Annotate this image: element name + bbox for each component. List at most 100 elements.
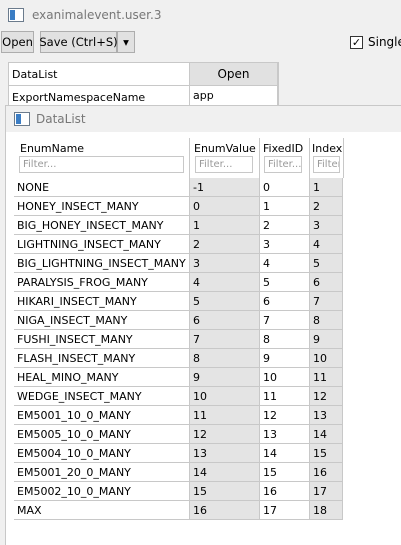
enumname-cell[interactable]: FLASH_INSECT_MANY — [14, 349, 190, 368]
enumname-cell[interactable]: NONE — [14, 178, 190, 197]
fixedid-cell[interactable]: 14 — [260, 444, 310, 463]
filter-input-index[interactable]: Filter... — [313, 156, 340, 173]
index-cell[interactable]: 15 — [310, 444, 343, 463]
index-cell[interactable]: 4 — [310, 235, 343, 254]
fixedid-cell[interactable]: 9 — [260, 349, 310, 368]
table-row[interactable]: BIG_HONEY_INSECT_MANY 1 2 3 — [14, 216, 401, 235]
enumname-cell[interactable]: EM5001_20_0_MANY — [14, 463, 190, 482]
datalist-open-button[interactable]: Open — [190, 63, 278, 86]
enumvalue-cell[interactable]: 0 — [190, 197, 260, 216]
open-button[interactable]: Open — [1, 31, 34, 53]
index-cell[interactable]: 13 — [310, 406, 343, 425]
enumvalue-cell[interactable]: 14 — [190, 463, 260, 482]
enumname-cell[interactable]: HEAL_MINO_MANY — [14, 368, 190, 387]
enumname-cell[interactable]: WEDGE_INSECT_MANY — [14, 387, 190, 406]
enumname-cell[interactable]: EM5002_10_0_MANY — [14, 482, 190, 501]
fixedid-cell[interactable]: 6 — [260, 292, 310, 311]
column-header-enumname[interactable]: EnumName — [20, 142, 84, 155]
index-cell[interactable]: 7 — [310, 292, 343, 311]
index-cell[interactable]: 12 — [310, 387, 343, 406]
table-row[interactable]: EM5002_10_0_MANY 15 16 17 — [14, 482, 401, 501]
index-cell[interactable]: 1 — [310, 178, 343, 197]
table-row[interactable]: EM5001_20_0_MANY 14 15 16 — [14, 463, 401, 482]
index-cell[interactable]: 10 — [310, 349, 343, 368]
table-row[interactable]: WEDGE_INSECT_MANY 10 11 12 — [14, 387, 401, 406]
enumname-cell[interactable]: MAX — [14, 501, 190, 520]
index-cell[interactable]: 14 — [310, 425, 343, 444]
enumname-cell[interactable]: NIGA_INSECT_MANY — [14, 311, 190, 330]
fixedid-cell[interactable]: 8 — [260, 330, 310, 349]
enumvalue-cell[interactable]: 4 — [190, 273, 260, 292]
fixedid-cell[interactable]: 7 — [260, 311, 310, 330]
fixedid-cell[interactable]: 16 — [260, 482, 310, 501]
table-row[interactable]: BIG_LIGHTNING_INSECT_MANY 3 4 5 — [14, 254, 401, 273]
index-cell[interactable]: 8 — [310, 311, 343, 330]
table-row[interactable]: EM5001_10_0_MANY 11 12 13 — [14, 406, 401, 425]
fixedid-cell[interactable]: 12 — [260, 406, 310, 425]
column-header-enumvalue[interactable]: EnumValue — [194, 142, 256, 155]
table-row[interactable]: MAX 16 17 18 — [14, 501, 401, 520]
table-row[interactable]: HEAL_MINO_MANY 9 10 11 — [14, 368, 401, 387]
enumname-cell[interactable]: PARALYSIS_FROG_MANY — [14, 273, 190, 292]
enumname-cell[interactable]: EM5004_10_0_MANY — [14, 444, 190, 463]
enumvalue-cell[interactable]: 6 — [190, 311, 260, 330]
enumvalue-cell[interactable]: 10 — [190, 387, 260, 406]
index-cell[interactable]: 2 — [310, 197, 343, 216]
index-cell[interactable]: 6 — [310, 273, 343, 292]
filter-input-enumvalue[interactable]: Filter... — [195, 156, 253, 173]
single-checkbox[interactable]: ✓ — [350, 36, 363, 49]
enumvalue-cell[interactable]: 3 — [190, 254, 260, 273]
column-header-index[interactable]: Index — [312, 142, 342, 155]
enumname-cell[interactable]: BIG_HONEY_INSECT_MANY — [14, 216, 190, 235]
enumname-cell[interactable]: HONEY_INSECT_MANY — [14, 197, 190, 216]
enumname-cell[interactable]: EM5005_10_0_MANY — [14, 425, 190, 444]
filter-input-fixedid[interactable]: Filter... — [264, 156, 302, 173]
table-row[interactable]: FLASH_INSECT_MANY 8 9 10 — [14, 349, 401, 368]
enumvalue-cell[interactable]: 5 — [190, 292, 260, 311]
enumname-cell[interactable]: EM5001_10_0_MANY — [14, 406, 190, 425]
table-row[interactable]: HONEY_INSECT_MANY 0 1 2 — [14, 197, 401, 216]
fixedid-cell[interactable]: 1 — [260, 197, 310, 216]
table-row[interactable]: NONE -1 0 1 — [14, 178, 401, 197]
enumname-cell[interactable]: LIGHTNING_INSECT_MANY — [14, 235, 190, 254]
table-row[interactable]: LIGHTNING_INSECT_MANY 2 3 4 — [14, 235, 401, 254]
enumvalue-cell[interactable]: 2 — [190, 235, 260, 254]
enumvalue-cell[interactable]: 16 — [190, 501, 260, 520]
enumname-cell[interactable]: FUSHI_INSECT_MANY — [14, 330, 190, 349]
filter-input-enumname[interactable]: Filter... — [19, 156, 184, 173]
enumvalue-cell[interactable]: 7 — [190, 330, 260, 349]
index-cell[interactable]: 18 — [310, 501, 343, 520]
table-row[interactable]: EM5005_10_0_MANY 12 13 14 — [14, 425, 401, 444]
enumvalue-cell[interactable]: 13 — [190, 444, 260, 463]
save-button[interactable]: Save (Ctrl+S) — [39, 31, 118, 53]
enumvalue-cell[interactable]: 11 — [190, 406, 260, 425]
fixedid-cell[interactable]: 0 — [260, 178, 310, 197]
index-cell[interactable]: 17 — [310, 482, 343, 501]
index-cell[interactable]: 16 — [310, 463, 343, 482]
enumvalue-cell[interactable]: 12 — [190, 425, 260, 444]
fixedid-cell[interactable]: 17 — [260, 501, 310, 520]
fixedid-cell[interactable]: 13 — [260, 425, 310, 444]
index-cell[interactable]: 5 — [310, 254, 343, 273]
table-row[interactable]: NIGA_INSECT_MANY 6 7 8 — [14, 311, 401, 330]
fixedid-cell[interactable]: 2 — [260, 216, 310, 235]
fixedid-cell[interactable]: 10 — [260, 368, 310, 387]
table-row[interactable]: PARALYSIS_FROG_MANY 4 5 6 — [14, 273, 401, 292]
fixedid-cell[interactable]: 4 — [260, 254, 310, 273]
enumvalue-cell[interactable]: 15 — [190, 482, 260, 501]
fixedid-cell[interactable]: 3 — [260, 235, 310, 254]
fixedid-cell[interactable]: 5 — [260, 273, 310, 292]
index-cell[interactable]: 9 — [310, 330, 343, 349]
column-header-fixedid[interactable]: FixedID — [263, 142, 303, 155]
index-cell[interactable]: 3 — [310, 216, 343, 235]
enumvalue-cell[interactable]: 9 — [190, 368, 260, 387]
save-dropdown-button[interactable]: ▾ — [117, 31, 135, 53]
enumvalue-cell[interactable]: 8 — [190, 349, 260, 368]
index-cell[interactable]: 11 — [310, 368, 343, 387]
enumvalue-cell[interactable]: 1 — [190, 216, 260, 235]
table-row[interactable]: FUSHI_INSECT_MANY 7 8 9 — [14, 330, 401, 349]
table-row[interactable]: HIKARI_INSECT_MANY 5 6 7 — [14, 292, 401, 311]
fixedid-cell[interactable]: 15 — [260, 463, 310, 482]
table-row[interactable]: EM5004_10_0_MANY 13 14 15 — [14, 444, 401, 463]
enumname-cell[interactable]: BIG_LIGHTNING_INSECT_MANY — [14, 254, 190, 273]
